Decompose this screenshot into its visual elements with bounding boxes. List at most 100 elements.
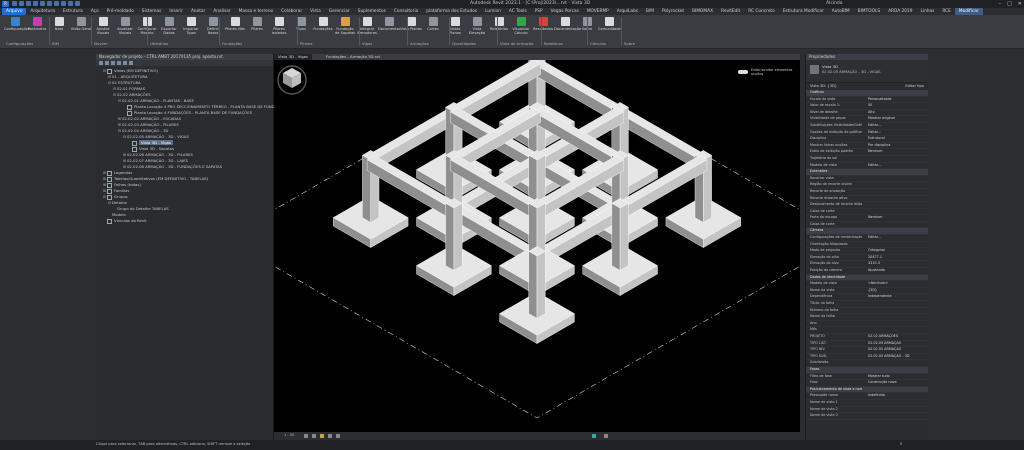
ribbon-button-18[interactable]: Vista Planos bbox=[400, 17, 422, 31]
property-row[interactable]: Orientação bloqueada bbox=[806, 242, 928, 249]
tab-29[interactable]: BIMTOOLS bbox=[854, 8, 884, 15]
detail-level-icon[interactable] bbox=[304, 434, 308, 438]
instance-selector[interactable]: Vista 3D: {3D} Editar tipo bbox=[806, 83, 928, 90]
ribbon-button-10[interactable]: Pilares Nós bbox=[224, 17, 246, 31]
ribbon-button-19[interactable]: Cortes bbox=[422, 17, 444, 31]
tab-13[interactable]: Suplementos bbox=[354, 8, 390, 15]
property-row[interactable]: Subdivisão bbox=[806, 360, 928, 367]
section-icon[interactable] bbox=[68, 1, 73, 6]
ribbon-button-22[interactable]: Relatórios bbox=[488, 17, 510, 31]
edit-type-button[interactable]: Editar tipo bbox=[905, 84, 924, 88]
property-row[interactable]: Nível de detalhe Alto bbox=[806, 110, 928, 117]
property-row[interactable]: Pressupõe nome Indefinido bbox=[806, 393, 928, 400]
property-value[interactable]: 20477.1 bbox=[868, 255, 924, 261]
property-value[interactable]: Ortogonal bbox=[868, 248, 924, 254]
property-value[interactable]: Indefinido bbox=[868, 393, 924, 399]
tab-3[interactable]: Aço bbox=[87, 8, 103, 15]
property-row[interactable]: Caixa de corte bbox=[806, 222, 928, 229]
property-value[interactable]: Nenhum bbox=[868, 215, 924, 221]
tab-1[interactable]: Arquitetura bbox=[26, 8, 58, 15]
tab-18[interactable]: PSP bbox=[531, 8, 547, 15]
tab-2[interactable]: Estrutura bbox=[59, 8, 87, 15]
property-row[interactable]: Trajetória do sol bbox=[806, 156, 928, 163]
ribbon-button-27[interactable]: Comunidade bbox=[598, 17, 621, 31]
property-group[interactable]: Câmera bbox=[806, 228, 928, 236]
ribbon-button-9[interactable]: Definir Bases bbox=[202, 17, 224, 35]
expand-icon[interactable] bbox=[99, 61, 103, 65]
ribbon-button-12[interactable]: Pilares Isolados bbox=[268, 17, 290, 35]
property-value[interactable]: 3315.3 bbox=[868, 261, 924, 267]
search-icon[interactable] bbox=[117, 61, 121, 65]
property-value[interactable]: Independente bbox=[868, 294, 924, 300]
tab-8[interactable]: Analisar bbox=[209, 8, 234, 15]
user-name[interactable]: Alcinda bbox=[826, 0, 843, 8]
property-row[interactable]: Recorte de anotação bbox=[806, 189, 928, 196]
tab-11[interactable]: Vista bbox=[306, 8, 325, 15]
open-icon[interactable] bbox=[12, 1, 17, 6]
property-row[interactable]: Ano bbox=[806, 321, 928, 328]
hidden-elements-toggle[interactable] bbox=[738, 70, 748, 74]
tab-21[interactable]: ArquiLabs bbox=[613, 8, 642, 15]
tab-28[interactable]: AutoBIM bbox=[828, 8, 854, 15]
tab-0[interactable]: Arquivo bbox=[2, 8, 27, 15]
tab-15[interactable]: plataforma dos Estudos bbox=[422, 8, 481, 15]
tab-17[interactable]: AC Tools bbox=[505, 8, 531, 15]
property-row[interactable]: Escala da vista Personalizada bbox=[806, 97, 928, 104]
property-row[interactable]: PROJETO 02.02 ARMAÇÕES bbox=[806, 334, 928, 341]
sun-path-icon[interactable] bbox=[320, 434, 324, 438]
property-row[interactable]: Título na folha bbox=[806, 301, 928, 308]
ribbon-button-14[interactable]: Fundações bbox=[312, 17, 334, 31]
property-row[interactable]: Recortar vista bbox=[806, 176, 928, 183]
filter-icon[interactable] bbox=[604, 434, 608, 438]
tab-12[interactable]: Gerenciar bbox=[325, 8, 354, 15]
property-value[interactable]: Mostrar tudo bbox=[868, 374, 924, 380]
property-row[interactable]: Modelo de vista <Nenhum> bbox=[806, 281, 928, 288]
tab-25[interactable]: RevitEdit bbox=[717, 8, 744, 15]
property-row[interactable]: Nome da folha bbox=[806, 314, 928, 321]
ribbon-button-1[interactable]: Parâmetro bbox=[26, 17, 48, 31]
property-row[interactable]: Opções de exibição de gráficos Editar... bbox=[806, 130, 928, 137]
property-group[interactable]: Gráficos bbox=[806, 90, 928, 97]
tree-node[interactable]: Vínculos do Revit bbox=[96, 218, 273, 224]
view-scale[interactable]: 1 : 50 bbox=[284, 433, 294, 437]
tab-5[interactable]: Sistemas bbox=[138, 8, 166, 15]
3d-view-icon[interactable] bbox=[61, 1, 66, 6]
property-row[interactable]: Nome de vista 3 bbox=[806, 413, 928, 420]
property-row[interactable]: Modelo de vista Editar... bbox=[806, 163, 928, 170]
tab-14[interactable]: Consultoria bbox=[390, 8, 422, 15]
maximize-icon[interactable]: □ bbox=[1007, 0, 1012, 8]
refresh-icon[interactable] bbox=[129, 61, 133, 65]
ribbon-button-15[interactable]: Fundação de Sapatas bbox=[334, 17, 356, 35]
property-row[interactable]: Elevação do alvo 3315.3 bbox=[806, 261, 928, 269]
property-value[interactable]: Alto bbox=[868, 110, 924, 116]
ribbon-button-24[interactable]: Resultados bbox=[532, 17, 554, 31]
ribbon-button-0[interactable]: Configurações bbox=[4, 17, 30, 31]
redo-icon[interactable] bbox=[33, 1, 38, 6]
property-row[interactable]: Visibilidade de peças Mostrar original bbox=[806, 116, 928, 123]
tab-24[interactable]: BIMOMAX bbox=[688, 8, 717, 15]
property-row[interactable]: Filtro de fase Mostrar tudo bbox=[806, 374, 928, 381]
thin-lines-icon[interactable] bbox=[75, 1, 80, 6]
property-group[interactable]: Fases bbox=[806, 366, 928, 374]
property-value[interactable]: 02.02.05 ARMAÇÃO bbox=[868, 341, 924, 347]
property-row[interactable]: Configurações de renderização Editar... bbox=[806, 235, 928, 242]
viewcube-icon[interactable] bbox=[274, 60, 310, 96]
property-row[interactable]: Mês bbox=[806, 327, 928, 334]
tab-19[interactable]: Vegas Porcas bbox=[547, 8, 583, 15]
property-row[interactable]: Caixa de corte bbox=[806, 209, 928, 216]
ribbon-button-21[interactable]: Vista Elevação bbox=[466, 17, 488, 35]
property-row[interactable]: Elevação do olho 20477.1 bbox=[806, 255, 928, 262]
undo-icon[interactable] bbox=[26, 1, 31, 6]
visual-style-icon[interactable] bbox=[312, 434, 316, 438]
tab-30[interactable]: ARDA 2019 bbox=[884, 8, 916, 15]
property-group[interactable]: Extensões bbox=[806, 169, 928, 176]
settings-icon[interactable] bbox=[123, 61, 127, 65]
tab-26[interactable]: RC Concreto bbox=[744, 8, 778, 15]
property-value[interactable]: Estrutural bbox=[868, 136, 924, 142]
property-row[interactable]: Número da folha bbox=[806, 308, 928, 315]
property-value[interactable]: 02.02.05 ARMAÇÃO bbox=[868, 347, 924, 353]
property-row[interactable]: Recorte distante ativo bbox=[806, 196, 928, 203]
tab-4[interactable]: Pré-moldado bbox=[103, 8, 138, 15]
tab-31[interactable]: Linhas bbox=[916, 8, 938, 15]
close-icon[interactable]: ✕ bbox=[1018, 0, 1022, 8]
